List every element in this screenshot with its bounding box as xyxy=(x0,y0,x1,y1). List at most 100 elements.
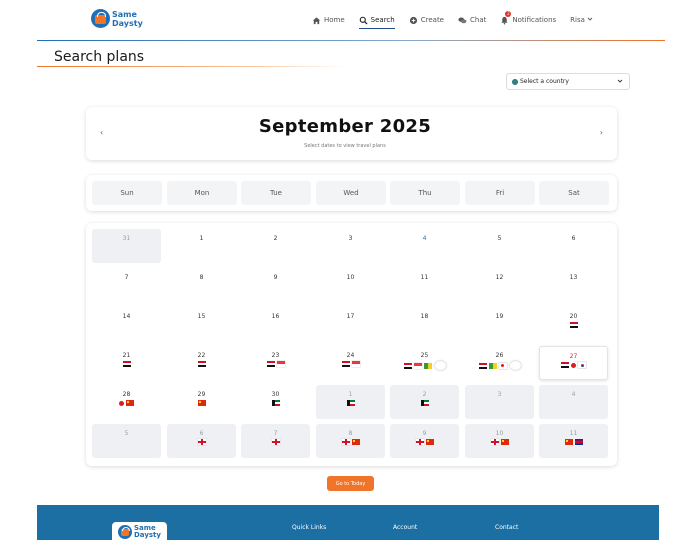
nav-notifications[interactable]: 2 Notifications xyxy=(500,11,556,27)
calendar-day[interactable]: 2 xyxy=(241,229,310,263)
kuwait-flag-icon xyxy=(271,400,280,406)
calendar-day[interactable]: 2 xyxy=(390,385,459,419)
calendar-day[interactable]: 4 xyxy=(390,229,459,263)
day-number: 3 xyxy=(348,235,353,242)
calendar-day[interactable]: 11 xyxy=(539,424,608,458)
calendar-day[interactable]: 9 xyxy=(241,268,310,302)
nav-create[interactable]: Create xyxy=(409,13,444,27)
footer-quick-links-heading: Quick Links xyxy=(292,524,327,531)
flag-list xyxy=(539,322,608,328)
day-number: 10 xyxy=(346,274,355,281)
calendar-day[interactable]: 7 xyxy=(241,424,310,458)
title-underline xyxy=(37,66,347,67)
kuwait-flag-icon xyxy=(420,400,429,406)
more-plans-chip[interactable] xyxy=(509,361,521,370)
go-to-today-button[interactable]: Go to Today xyxy=(327,476,374,491)
calendar-day[interactable]: 9 xyxy=(390,424,459,458)
calendar-day[interactable]: 5 xyxy=(465,229,534,263)
calendar-day[interactable]: 28 xyxy=(92,385,161,419)
egypt-flag-icon xyxy=(197,361,206,367)
calendar-day[interactable]: 16 xyxy=(241,307,310,341)
chat-icon xyxy=(458,16,467,25)
country-select[interactable]: Select a country xyxy=(506,73,630,90)
calendar-day[interactable]: 31 xyxy=(92,229,161,263)
flag-list xyxy=(465,439,534,445)
china-flag-icon xyxy=(564,439,573,445)
calendar-day[interactable]: 8 xyxy=(167,268,236,302)
calendar-day[interactable]: 10 xyxy=(316,268,385,302)
flag-list xyxy=(390,400,459,406)
calendar-day[interactable]: 12 xyxy=(465,268,534,302)
day-number: 9 xyxy=(422,430,427,437)
calendar-day[interactable]: 15 xyxy=(167,307,236,341)
suitcase-globe-icon xyxy=(118,525,132,539)
calendar-day[interactable]: 20 xyxy=(539,307,608,341)
user-menu[interactable]: Risa xyxy=(570,16,593,24)
calendar-day[interactable]: 23 xyxy=(241,346,310,380)
calendar-day[interactable]: 1 xyxy=(167,229,236,263)
day-number: 16 xyxy=(271,313,280,320)
calendar-day[interactable]: 19 xyxy=(465,307,534,341)
calendar-day[interactable]: 6 xyxy=(539,229,608,263)
calendar-day[interactable]: 7 xyxy=(92,268,161,302)
weekday-tue: Tue xyxy=(241,181,311,205)
day-number: 19 xyxy=(495,313,504,320)
nav-home-label: Home xyxy=(324,16,345,24)
flag-list xyxy=(241,361,310,367)
calendar-day[interactable]: 25 xyxy=(390,346,459,380)
plus-circle-icon xyxy=(409,16,418,25)
flag-list xyxy=(241,400,310,406)
day-number: 11 xyxy=(420,274,429,281)
calendar-day[interactable]: 26 xyxy=(465,346,534,380)
calendar-day[interactable]: 11 xyxy=(390,268,459,302)
chevron-down-icon xyxy=(617,78,623,86)
calendar-day[interactable]: 3 xyxy=(316,229,385,263)
day-number: 4 xyxy=(422,235,427,242)
calendar-day[interactable]: 17 xyxy=(316,307,385,341)
brand-line-2: Daysty xyxy=(112,18,143,28)
calendar-day[interactable]: 5 xyxy=(92,424,161,458)
day-number: 24 xyxy=(346,352,355,359)
day-number: 6 xyxy=(199,430,204,437)
calendar-day[interactable]: 10 xyxy=(465,424,534,458)
calendar-day[interactable]: 13 xyxy=(539,268,608,302)
england-flag-icon xyxy=(197,439,206,445)
more-plans-chip[interactable] xyxy=(434,361,446,370)
month-subtitle: Select dates to view travel plans xyxy=(304,143,386,149)
flag-list xyxy=(390,439,459,445)
calendar-day[interactable]: 14 xyxy=(92,307,161,341)
day-number: 20 xyxy=(569,313,578,320)
brand-logo[interactable]: Same Daysty xyxy=(91,9,143,28)
calendar-day[interactable]: 6 xyxy=(167,424,236,458)
nav-chat[interactable]: Chat xyxy=(458,13,486,27)
day-number: 23 xyxy=(271,352,280,359)
footer-logo[interactable]: Same Daysty xyxy=(112,522,167,540)
notification-count-badge: 2 xyxy=(505,11,512,17)
england-flag-icon xyxy=(415,439,424,445)
calendar-day[interactable]: 22 xyxy=(167,346,236,380)
day-number: 9 xyxy=(273,274,278,281)
calendar-day[interactable]: 18 xyxy=(390,307,459,341)
flag-list xyxy=(167,400,236,406)
calendar-day[interactable]: 24 xyxy=(316,346,385,380)
calendar-day[interactable]: 4 xyxy=(539,385,608,419)
day-number: 30 xyxy=(271,391,280,398)
calendar-day[interactable]: 8 xyxy=(316,424,385,458)
day-number: 14 xyxy=(122,313,131,320)
brand-name: Same Daysty xyxy=(112,10,143,28)
calendar-day[interactable]: 3 xyxy=(465,385,534,419)
day-number: 8 xyxy=(348,430,353,437)
top-header: Same Daysty Home Search Create Chat 2 No… xyxy=(0,0,690,41)
day-number: 6 xyxy=(571,235,576,242)
japan-flag-icon xyxy=(119,400,124,406)
calendar-day[interactable]: 30 xyxy=(241,385,310,419)
flag-list xyxy=(390,361,459,370)
home-icon xyxy=(312,16,321,25)
calendar-day[interactable]: 1 xyxy=(316,385,385,419)
calendar-day[interactable]: 29 xyxy=(167,385,236,419)
calendar-day-today[interactable]: 27 xyxy=(539,346,608,380)
search-icon xyxy=(359,16,368,25)
calendar-day[interactable]: 21 xyxy=(92,346,161,380)
nav-search[interactable]: Search xyxy=(358,13,395,29)
nav-home[interactable]: Home xyxy=(312,13,345,27)
